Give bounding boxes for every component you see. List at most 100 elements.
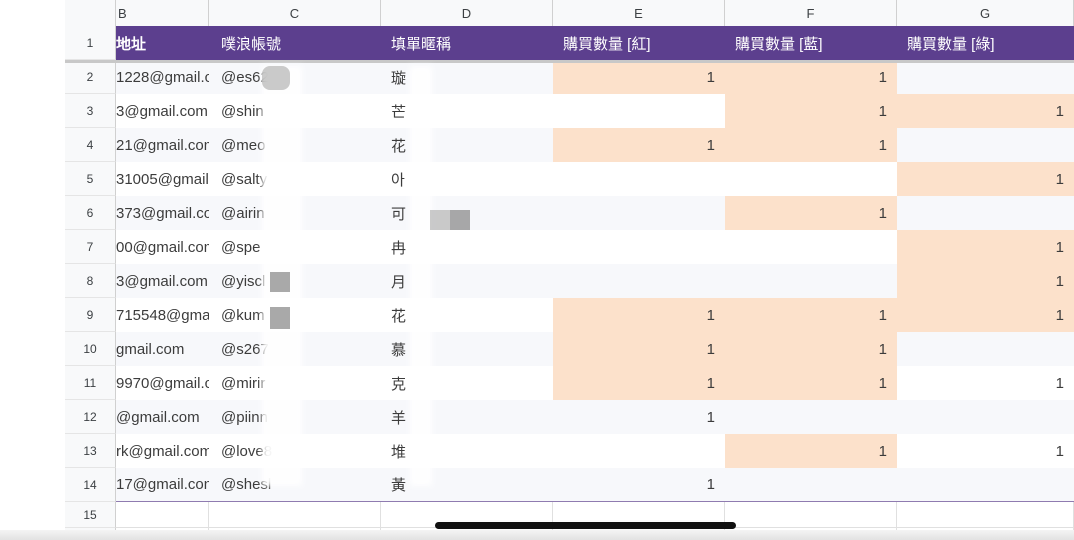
column-header-g[interactable]: G bbox=[897, 0, 1074, 26]
cell-qty-red[interactable]: 1 bbox=[553, 332, 725, 366]
cell-email[interactable]: 31005@gmail. bbox=[116, 162, 209, 196]
cell-qty-blue[interactable]: 1 bbox=[725, 366, 897, 400]
cell-qty-blue[interactable]: 1 bbox=[725, 60, 897, 94]
cell-email[interactable]: 21@gmail.com bbox=[116, 128, 209, 162]
cell-qty-red[interactable] bbox=[553, 434, 725, 468]
cell-qty-red[interactable] bbox=[553, 94, 725, 128]
cell-qty-blue[interactable] bbox=[725, 230, 897, 264]
column-header-d[interactable]: D bbox=[381, 0, 553, 26]
cell-qty-red[interactable]: 1 bbox=[553, 366, 725, 400]
cell-email[interactable]: 9970@gmail.cc bbox=[116, 366, 209, 400]
cell-email[interactable]: 715548@gmai bbox=[116, 298, 209, 332]
cell-qty-green[interactable]: 1 bbox=[897, 230, 1074, 264]
cell-qty-blue[interactable]: 1 bbox=[725, 434, 897, 468]
cell-qty-blue[interactable]: 1 bbox=[725, 94, 897, 128]
cell-email[interactable]: gmail.com bbox=[116, 332, 209, 366]
cell-nickname[interactable]: 慕 bbox=[381, 332, 553, 366]
table-row: 7 00@gmail.com @spe 冉 1 bbox=[65, 230, 1074, 264]
header-cell-plurk-account[interactable]: 噗浪帳號 bbox=[209, 26, 381, 60]
row-number[interactable]: 3 bbox=[65, 94, 116, 128]
cell-qty-green[interactable]: 1 bbox=[897, 434, 1074, 468]
cell-email[interactable]: 17@gmail.con bbox=[116, 468, 209, 502]
row-number[interactable]: 10 bbox=[65, 332, 116, 366]
cell-qty-red[interactable] bbox=[553, 230, 725, 264]
cell-qty-green[interactable] bbox=[897, 332, 1074, 366]
row-number[interactable]: 1 bbox=[65, 26, 116, 60]
row-number[interactable]: 14 bbox=[65, 468, 116, 502]
cell-qty-blue[interactable]: 1 bbox=[725, 332, 897, 366]
cell-qty-blue[interactable]: 1 bbox=[725, 298, 897, 332]
cell-qty-red[interactable]: 1 bbox=[553, 298, 725, 332]
empty-cell[interactable] bbox=[116, 502, 209, 528]
cell-qty-blue[interactable]: 1 bbox=[725, 196, 897, 230]
cell-nickname[interactable]: 아 bbox=[381, 162, 553, 196]
cell-qty-green[interactable]: 1 bbox=[897, 366, 1074, 400]
cell-qty-blue[interactable] bbox=[725, 400, 897, 434]
cell-qty-blue[interactable] bbox=[725, 468, 897, 502]
home-indicator[interactable] bbox=[435, 522, 736, 529]
cell-qty-green[interactable]: 1 bbox=[897, 162, 1074, 196]
cell-qty-green[interactable] bbox=[897, 60, 1074, 94]
row-number[interactable]: 2 bbox=[65, 60, 116, 94]
cell-qty-red[interactable] bbox=[553, 162, 725, 196]
cell-qty-red[interactable] bbox=[553, 264, 725, 298]
cell-email[interactable]: @gmail.com bbox=[116, 400, 209, 434]
row-number[interactable]: 8 bbox=[65, 264, 116, 298]
cell-qty-green[interactable] bbox=[897, 196, 1074, 230]
cell-nickname[interactable]: 堆 bbox=[381, 434, 553, 468]
cell-qty-green[interactable]: 1 bbox=[897, 94, 1074, 128]
header-cell-qty-blue[interactable]: 購買數量 [藍] bbox=[725, 26, 897, 60]
empty-cell[interactable] bbox=[897, 502, 1074, 528]
cell-qty-red[interactable]: 1 bbox=[553, 128, 725, 162]
header-cell-qty-red[interactable]: 購買數量 [紅] bbox=[553, 26, 725, 60]
cell-qty-green[interactable]: 1 bbox=[897, 298, 1074, 332]
cell-email[interactable]: rk@gmail.com bbox=[116, 434, 209, 468]
cell-qty-green[interactable] bbox=[897, 400, 1074, 434]
row-number[interactable]: 9 bbox=[65, 298, 116, 332]
cell-email[interactable]: 373@gmail.co bbox=[116, 196, 209, 230]
row-number[interactable]: 12 bbox=[65, 400, 116, 434]
row-number[interactable]: 4 bbox=[65, 128, 116, 162]
cell-nickname[interactable]: 月 bbox=[381, 264, 553, 298]
row-number[interactable]: 15 bbox=[65, 502, 116, 528]
cell-nickname[interactable]: 克 bbox=[381, 366, 553, 400]
cell-qty-red[interactable]: 1 bbox=[553, 60, 725, 94]
cell-nickname[interactable]: 花 bbox=[381, 298, 553, 332]
cell-nickname[interactable]: 冉 bbox=[381, 230, 553, 264]
cell-nickname[interactable]: 花 bbox=[381, 128, 553, 162]
row-number[interactable]: 7 bbox=[65, 230, 116, 264]
column-header-b[interactable]: B bbox=[116, 0, 209, 26]
cell-nickname[interactable]: 璇 bbox=[381, 60, 553, 94]
column-header-c[interactable]: C bbox=[209, 0, 381, 26]
row-number[interactable]: 11 bbox=[65, 366, 116, 400]
cell-qty-red[interactable]: 1 bbox=[553, 400, 725, 434]
empty-cell[interactable] bbox=[209, 502, 381, 528]
cell-nickname[interactable]: 芒 bbox=[381, 94, 553, 128]
row-number[interactable]: 13 bbox=[65, 434, 116, 468]
row-number[interactable]: 5 bbox=[65, 162, 116, 196]
cell-qty-green[interactable] bbox=[897, 128, 1074, 162]
cell-qty-blue[interactable]: 1 bbox=[725, 128, 897, 162]
column-header-e[interactable]: E bbox=[553, 0, 725, 26]
header-cell-qty-green[interactable]: 購買數量 [綠] bbox=[897, 26, 1074, 60]
row-number[interactable]: 6 bbox=[65, 196, 116, 230]
cell-qty-blue[interactable] bbox=[725, 162, 897, 196]
empty-cell[interactable] bbox=[725, 502, 897, 528]
cell-qty-green[interactable]: 1 bbox=[897, 264, 1074, 298]
frozen-row-divider[interactable] bbox=[65, 60, 1074, 63]
cell-qty-green[interactable] bbox=[897, 468, 1074, 502]
cell-email[interactable]: 3@gmail.com bbox=[116, 264, 209, 298]
cell-nickname[interactable]: 羊 bbox=[381, 400, 553, 434]
column-header-bar: B C D E F G bbox=[65, 0, 1074, 27]
header-cell-address[interactable]: 地址 bbox=[116, 26, 209, 60]
cell-email[interactable]: 00@gmail.com bbox=[116, 230, 209, 264]
column-header-f[interactable]: F bbox=[725, 0, 897, 26]
select-all-corner[interactable] bbox=[65, 0, 116, 26]
cell-email[interactable]: 3@gmail.com bbox=[116, 94, 209, 128]
cell-qty-red[interactable]: 1 bbox=[553, 468, 725, 502]
cell-qty-red[interactable] bbox=[553, 196, 725, 230]
cell-nickname[interactable]: 黃 bbox=[381, 468, 553, 502]
cell-email[interactable]: 1228@gmail.c bbox=[116, 60, 209, 94]
header-cell-nickname[interactable]: 填單暱稱 bbox=[381, 26, 553, 60]
cell-qty-blue[interactable] bbox=[725, 264, 897, 298]
